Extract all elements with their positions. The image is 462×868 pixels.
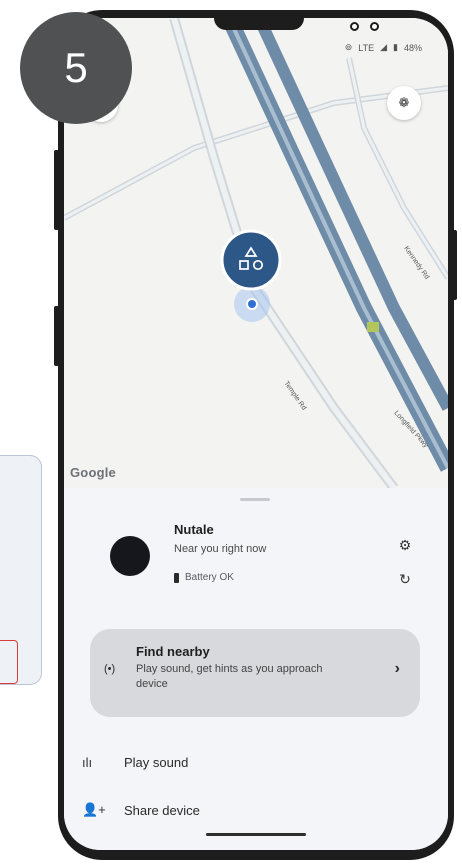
status-bar: ⊚ LTE ◢ ▮ 48% [345, 42, 422, 53]
battery-icon [174, 572, 179, 583]
find-nearby-card[interactable]: (•) Find nearby Play sound, get hints as… [90, 629, 420, 717]
volume-button [54, 150, 59, 230]
power-button-left [54, 306, 59, 366]
gesture-nav-bar[interactable] [206, 833, 306, 836]
battery-label: Battery OK [185, 572, 234, 583]
battery-status-icon: ▮ [393, 42, 398, 52]
device-name: Nutale [174, 522, 214, 537]
radar-icon: (•) [104, 663, 116, 675]
location-status-icon: ⊚ [344, 42, 353, 52]
play-sound-row[interactable]: ılı Play sound [82, 750, 188, 774]
phone-screen: Kennedy Rd Temple Rd Longfield Pkwy ⊚ LT… [64, 18, 448, 850]
road-label: Temple Rd [282, 380, 307, 412]
device-bottom-sheet: Nutale Near you right now Battery OK ⚙ ↻… [64, 488, 448, 850]
paw-button[interactable]: ❁ [387, 86, 421, 120]
camera-dot [350, 22, 359, 31]
battery-percent: 48% [403, 42, 422, 53]
share-device-row[interactable]: 👤+ Share device [82, 798, 200, 822]
chevron-right-icon: › [394, 660, 400, 677]
refresh-icon: ↻ [399, 570, 411, 587]
signal-icon: ◢ [380, 42, 388, 52]
play-sound-label: Play sound [124, 754, 189, 770]
device-avatar [110, 536, 150, 576]
previous-step-highlight [0, 640, 18, 684]
google-attribution: Google [70, 465, 116, 480]
road-label: Kennedy Rd [402, 245, 430, 281]
network-label: LTE [358, 42, 375, 53]
location-dot [246, 298, 258, 310]
camera-notch [214, 18, 304, 30]
battery-status: Battery OK [174, 572, 234, 583]
step-number-badge: 5 [20, 12, 132, 124]
device-marker [220, 229, 282, 291]
find-nearby-description: Play sound, get hints as you approach de… [136, 663, 323, 690]
sound-icon: ılı [82, 754, 93, 770]
add-person-icon: 👤+ [82, 802, 106, 817]
sheet-drag-handle[interactable] [240, 498, 270, 501]
device-proximity: Near you right now [174, 543, 267, 555]
refresh-button[interactable]: ↻ [394, 568, 416, 590]
gear-icon: ⚙ [398, 536, 412, 553]
camera-dot [370, 22, 379, 31]
find-nearby-title: Find nearby [136, 644, 210, 659]
paw-icon: ❁ [398, 95, 410, 110]
settings-button[interactable]: ⚙ [394, 534, 416, 556]
side-button-right [452, 230, 457, 300]
share-device-label: Share device [124, 802, 200, 818]
